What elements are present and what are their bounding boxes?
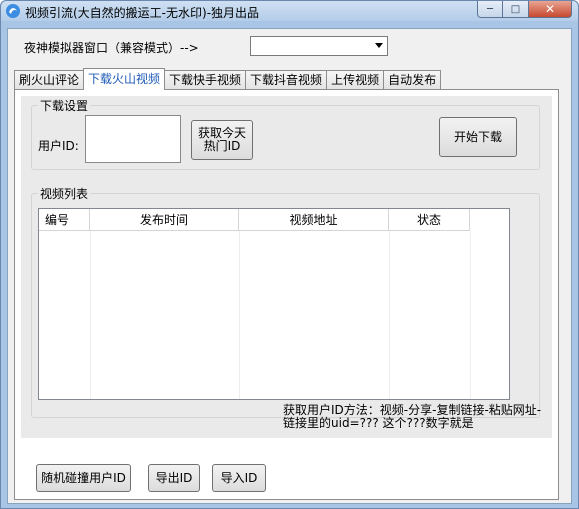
- get-today-hot-id-button[interactable]: 获取今天热门ID: [191, 120, 253, 160]
- minimize-icon: ─: [486, 3, 494, 15]
- download-settings-title: 下载设置: [38, 97, 91, 114]
- export-id-button[interactable]: 导出ID: [148, 464, 200, 492]
- random-collide-user-id-button[interactable]: 随机碰撞用户ID: [36, 464, 131, 492]
- title-bar[interactable]: 视频引流(大自然的搬运工-无水印)-独月出品 ─ □ ✕: [1, 1, 578, 21]
- video-list-group: 视频列表 编号 发布时间 视频地址 状态: [31, 185, 540, 418]
- video-list-title: 视频列表: [38, 185, 91, 202]
- app-icon: [6, 4, 20, 18]
- column-divider: [90, 231, 91, 399]
- tab-auto-publish[interactable]: 自动发布: [383, 70, 442, 90]
- start-download-button[interactable]: 开始下载: [439, 117, 517, 157]
- column-divider: [389, 231, 390, 399]
- tab-bar: 刷火山评论 下载火山视频 下载快手视频 下载抖音视频 上传视频 自动发布: [14, 68, 442, 90]
- download-settings-group: 下载设置 用户ID: 获取今天热门ID 开始下载: [31, 97, 540, 170]
- client-area: 夜神模拟器窗口（兼容模式）--> 刷火山评论 下载火山视频 下载快手视频 下载抖…: [7, 28, 572, 504]
- tab-download-douyin[interactable]: 下载抖音视频: [245, 70, 328, 90]
- chevron-down-icon: [375, 43, 383, 48]
- maximize-icon: □: [510, 3, 521, 15]
- emulator-window-label: 夜神模拟器窗口（兼容模式）-->: [24, 41, 199, 55]
- column-divider: [470, 231, 471, 399]
- close-button[interactable]: ✕: [529, 1, 572, 18]
- tab-download-huoshan[interactable]: 下载火山视频: [83, 68, 166, 90]
- column-divider: [239, 231, 240, 399]
- maximize-button[interactable]: □: [503, 1, 529, 18]
- tab-panel: 下载设置 用户ID: 获取今天热门ID 开始下载 视频列表 编号 发布时间 视频…: [14, 89, 559, 500]
- column-header-status[interactable]: 状态: [389, 209, 470, 231]
- user-id-input[interactable]: [85, 115, 181, 163]
- column-header-publish-time[interactable]: 发布时间: [90, 209, 239, 231]
- tab-huoshan-comment[interactable]: 刷火山评论: [14, 70, 85, 90]
- video-list-header: 编号 发布时间 视频地址 状态: [39, 209, 470, 231]
- get-user-id-hint: 获取用户ID方法：视频-分享-复制链接-粘贴网址-链接里的uid=??? 这个?…: [283, 403, 542, 430]
- panel-background: 下载设置 用户ID: 获取今天热门ID 开始下载 视频列表 编号 发布时间 视频…: [21, 96, 552, 438]
- tab-download-kuaishou[interactable]: 下载快手视频: [164, 70, 247, 90]
- minimize-button[interactable]: ─: [477, 1, 503, 18]
- column-header-video-url[interactable]: 视频地址: [239, 209, 389, 231]
- video-list-table[interactable]: 编号 发布时间 视频地址 状态: [38, 208, 510, 400]
- window-title: 视频引流(大自然的搬运工-无水印)-独月出品: [25, 6, 260, 20]
- emulator-window-select[interactable]: [250, 36, 388, 56]
- user-id-label: 用户ID:: [38, 139, 79, 153]
- close-icon: ✕: [544, 2, 556, 16]
- app-window: 视频引流(大自然的搬运工-无水印)-独月出品 ─ □ ✕ 夜神模拟器窗口（兼容模…: [0, 0, 579, 509]
- import-id-button[interactable]: 导入ID: [212, 464, 266, 492]
- column-header-id[interactable]: 编号: [39, 209, 90, 231]
- caption-buttons: ─ □ ✕: [477, 1, 572, 18]
- tab-upload-video[interactable]: 上传视频: [326, 70, 385, 90]
